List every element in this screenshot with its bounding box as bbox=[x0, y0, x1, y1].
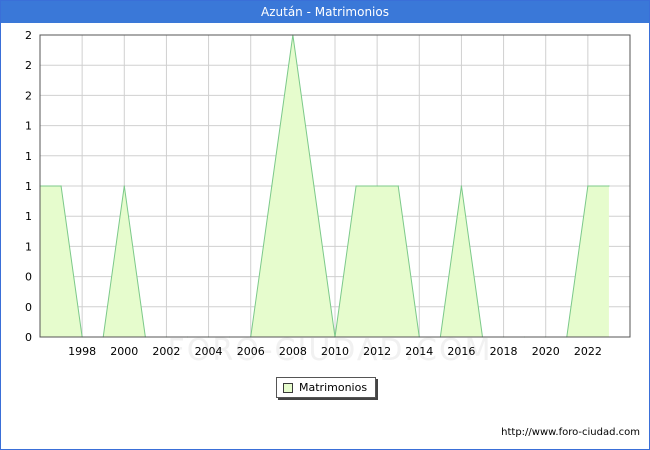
legend-label: Matrimonios bbox=[299, 381, 368, 394]
y-tick-label: 0 bbox=[25, 271, 32, 284]
area-fill bbox=[40, 186, 83, 337]
data-point bbox=[460, 185, 463, 187]
y-tick-label: 2 bbox=[25, 89, 32, 102]
y-tick-label: 1 bbox=[25, 120, 32, 133]
x-tick-label: 2002 bbox=[152, 345, 180, 358]
data-point bbox=[608, 185, 610, 187]
x-tick-label: 2010 bbox=[321, 345, 349, 358]
x-tick-label: 2012 bbox=[363, 345, 391, 358]
x-tick-label: 1998 bbox=[68, 345, 96, 358]
x-tick-label: 2020 bbox=[532, 345, 560, 358]
y-tick-label: 1 bbox=[25, 150, 32, 163]
data-point bbox=[271, 185, 273, 187]
data-point bbox=[355, 185, 357, 187]
x-tick-label: 2000 bbox=[110, 345, 138, 358]
legend-swatch bbox=[283, 383, 293, 393]
legend: Matrimonios bbox=[276, 377, 376, 398]
y-tick-label: 0 bbox=[25, 331, 32, 344]
area-fill bbox=[566, 186, 609, 337]
data-point bbox=[587, 185, 589, 187]
area-fill bbox=[103, 186, 146, 337]
x-tick-label: 2016 bbox=[447, 345, 475, 358]
x-tick-label: 2022 bbox=[574, 345, 602, 358]
y-tick-label: 2 bbox=[25, 29, 32, 42]
x-tick-label: 2008 bbox=[279, 345, 307, 358]
x-axis-ticks: 1998 2000 2002 2004 2006 2008 2010 2012 2014 2016… bbox=[68, 345, 602, 358]
y-tick-label: 1 bbox=[25, 210, 32, 223]
y-axis-ticks: 0 0 0 1 1 1 1 1 2 2 2 bbox=[25, 29, 32, 344]
footer-url: http://www.foro-ciudad.com bbox=[501, 427, 640, 438]
y-tick-label: 2 bbox=[25, 59, 32, 72]
x-tick-label: 2004 bbox=[195, 345, 223, 358]
data-point bbox=[123, 185, 125, 187]
area-fill bbox=[440, 186, 483, 337]
area-fill bbox=[335, 186, 420, 337]
x-tick-label: 2006 bbox=[237, 345, 265, 358]
data-point bbox=[60, 185, 62, 187]
y-tick-label: 1 bbox=[25, 180, 32, 193]
data-point bbox=[313, 185, 315, 187]
data-point bbox=[397, 185, 399, 187]
x-tick-label: 2018 bbox=[490, 345, 518, 358]
y-tick-label: 0 bbox=[25, 301, 32, 314]
y-tick-label: 1 bbox=[25, 240, 32, 253]
x-tick-label: 2014 bbox=[405, 345, 433, 358]
data-point bbox=[376, 185, 378, 187]
